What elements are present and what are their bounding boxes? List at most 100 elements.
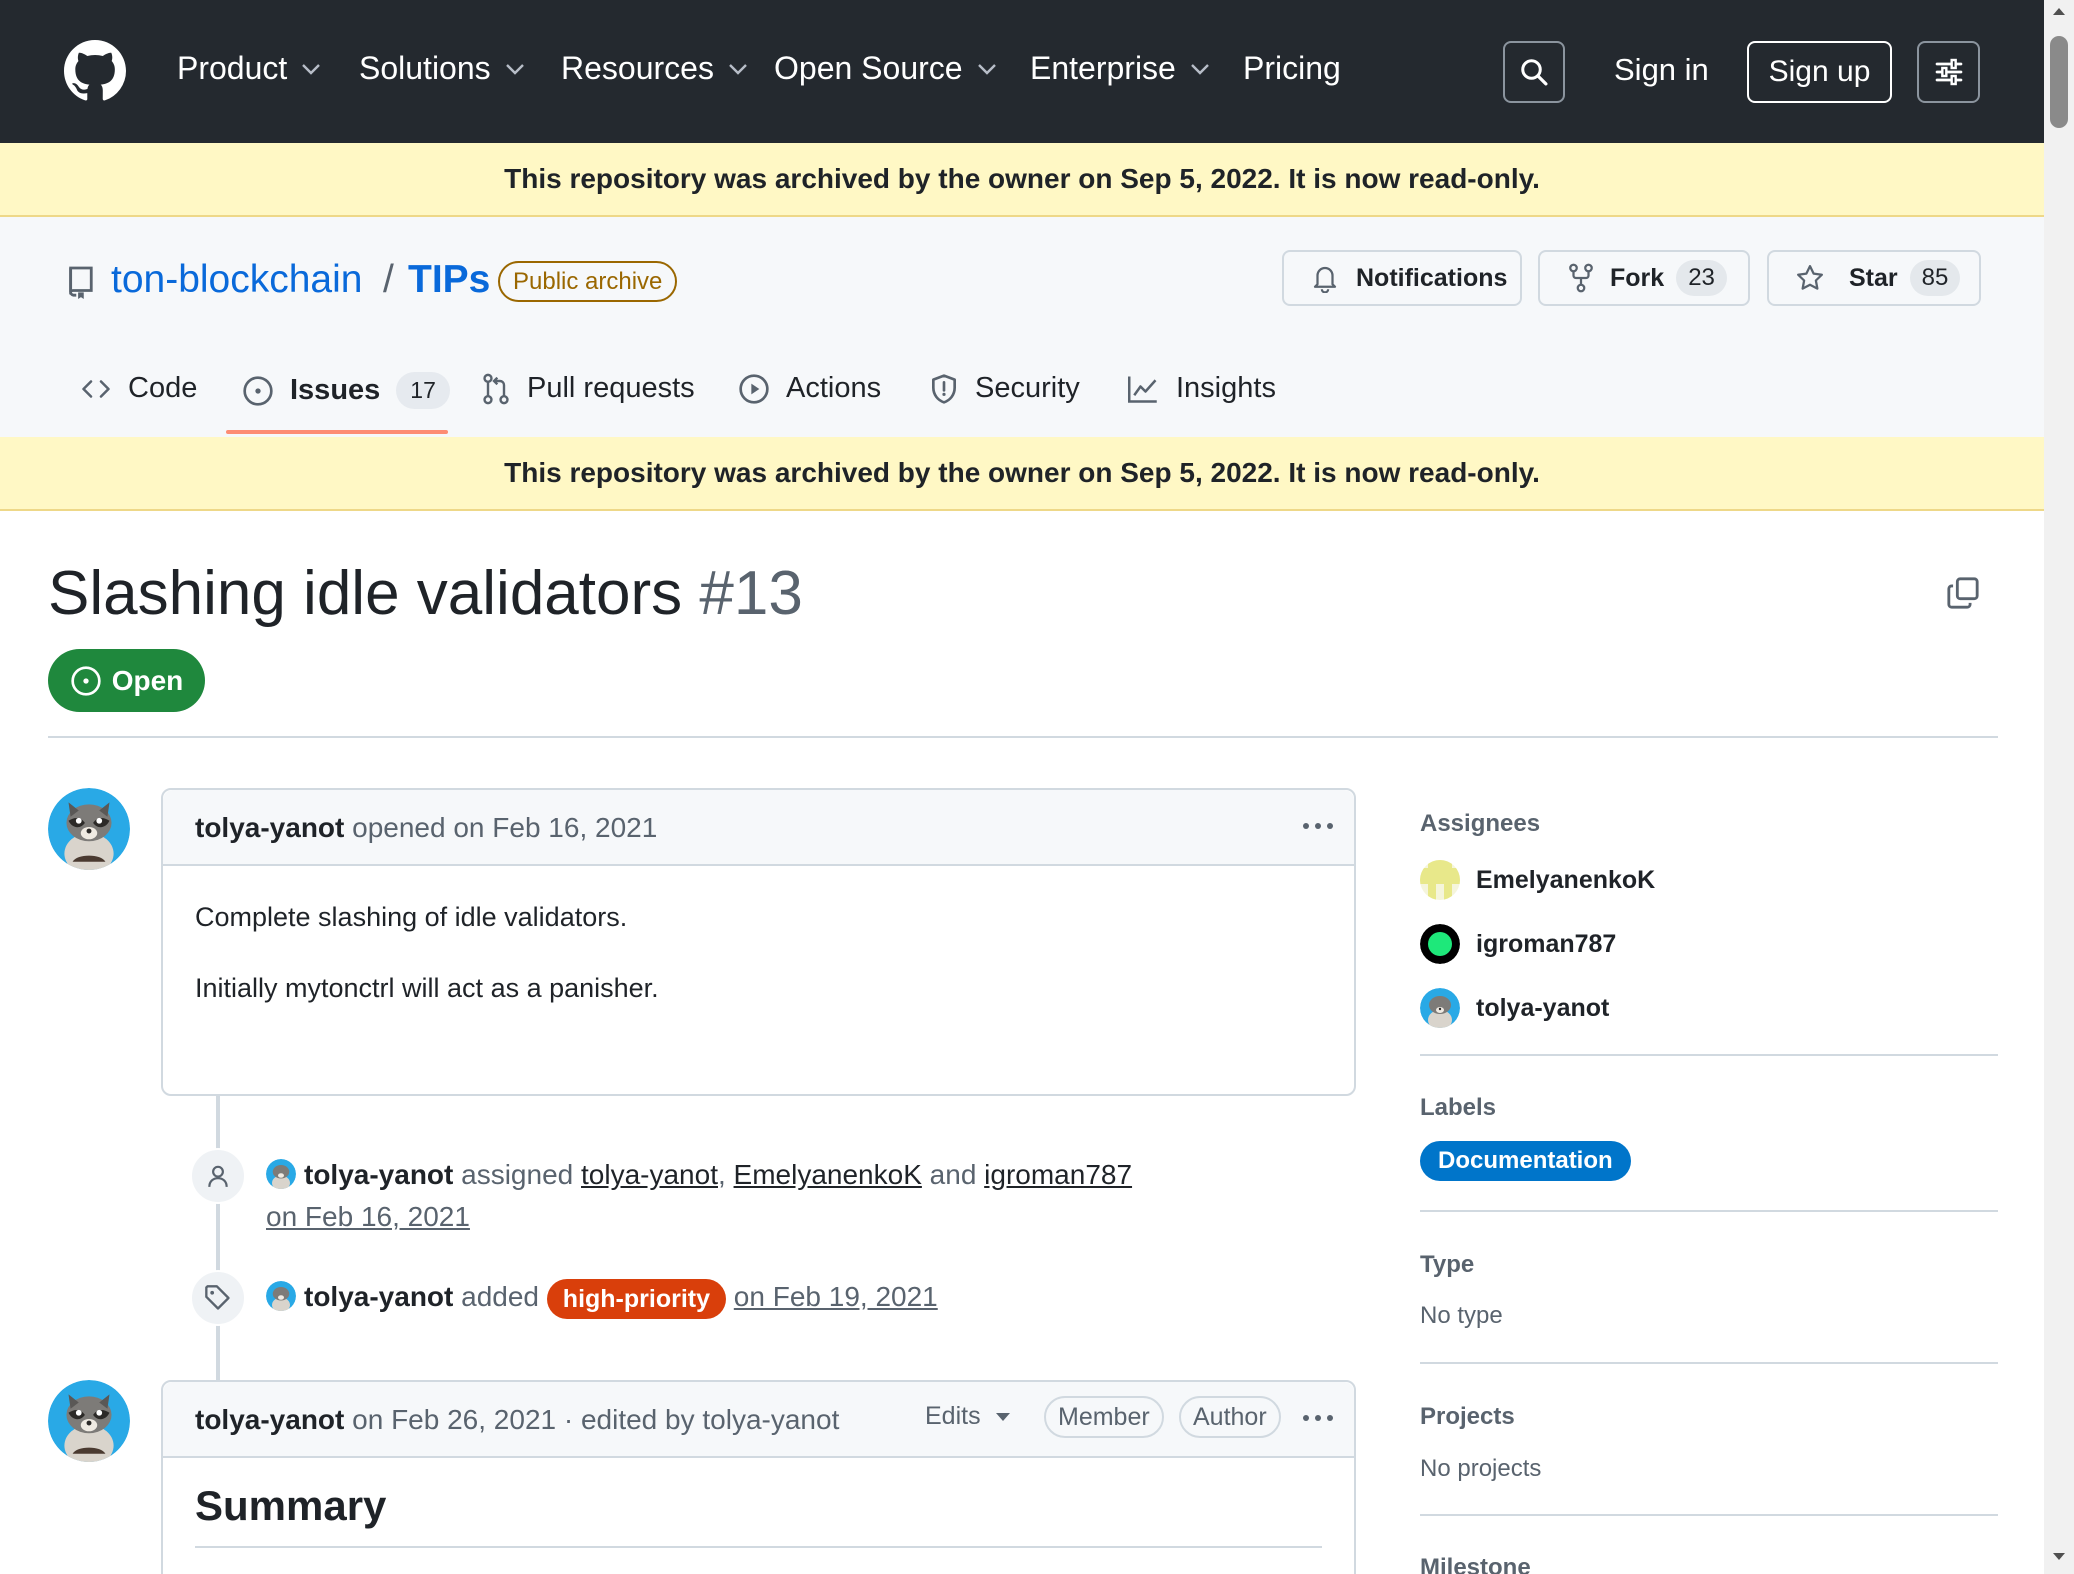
scrollbar-thumb[interactable] xyxy=(2050,36,2068,128)
issue-number: #13 xyxy=(699,559,803,628)
search-button[interactable] xyxy=(1503,41,1565,103)
assignee-igroman787[interactable]: igroman787 xyxy=(1420,924,1616,964)
comment-timestamp[interactable]: on Feb 26, 2021 · edited by tolya-yanot xyxy=(352,1404,839,1435)
chevron-down-icon xyxy=(1190,63,1209,75)
nav-pricing[interactable]: Pricing xyxy=(1243,50,1341,87)
nav-solutions-label: Solutions xyxy=(359,50,491,86)
tab-code[interactable]: Code xyxy=(80,372,197,405)
issue-title: Slashing idle validators #13 xyxy=(48,558,803,629)
comment-paragraph: Initially mytonctrl will act as a panish… xyxy=(195,973,659,1003)
assigned-event-icon xyxy=(190,1148,246,1204)
avatar[interactable] xyxy=(48,788,130,870)
notifications-label: Notifications xyxy=(1356,263,1508,292)
kebab-menu-icon[interactable] xyxy=(1300,1406,1336,1430)
star-button[interactable]: Star 85 xyxy=(1767,250,1981,306)
avatar[interactable] xyxy=(266,1281,296,1311)
issue-state-badge: Open xyxy=(48,649,205,712)
nav-resources[interactable]: Resources xyxy=(561,50,748,87)
assignees-heading[interactable]: Assignees xyxy=(1420,810,1540,838)
high-priority-label[interactable]: high-priority xyxy=(546,1278,727,1319)
sidebar-divider xyxy=(1420,1210,1998,1212)
chevron-down-icon xyxy=(977,63,996,75)
tab-insights[interactable]: Insights xyxy=(1126,372,1276,405)
visibility-badge: Public archive xyxy=(498,261,678,302)
tab-security-label: Security xyxy=(975,372,1080,404)
nav-enterprise-label: Enterprise xyxy=(1030,50,1176,86)
nav-open-source[interactable]: Open Source xyxy=(774,50,997,87)
issue-title-text: Slashing idle validators xyxy=(48,559,683,628)
tag-icon xyxy=(205,1285,230,1310)
tab-actions[interactable]: Actions xyxy=(738,372,881,405)
member-badge: Member xyxy=(1044,1396,1164,1438)
labels-heading[interactable]: Labels xyxy=(1420,1094,1496,1122)
pull-request-icon xyxy=(483,373,509,404)
fork-icon xyxy=(1569,263,1593,293)
avatar[interactable] xyxy=(48,1380,130,1462)
archived-banner-top: This repository was archived by the owne… xyxy=(0,143,2044,217)
event-date-link[interactable]: on Feb 16, 2021 xyxy=(266,1201,470,1232)
archived-banner: This repository was archived by the owne… xyxy=(0,437,2044,511)
issue-state-label: Open xyxy=(111,664,184,696)
fork-count: 23 xyxy=(1676,260,1727,296)
avatar[interactable] xyxy=(266,1159,296,1189)
assignee-link[interactable]: igroman787 xyxy=(984,1159,1132,1190)
settings-menu-button[interactable] xyxy=(1917,41,1980,103)
comment-meta: tolya-yanot opened on Feb 16, 2021 xyxy=(195,812,657,844)
milestone-heading[interactable]: Milestone xyxy=(1420,1554,1531,1574)
search-icon xyxy=(1521,59,1548,86)
scroll-up-arrow-icon[interactable] xyxy=(2052,6,2066,16)
archived-banner-text: This repository was archived by the owne… xyxy=(504,457,1540,488)
tab-issues-label: Issues xyxy=(290,374,381,406)
nav-solutions[interactable]: Solutions xyxy=(359,50,525,87)
chevron-down-icon xyxy=(505,63,524,75)
assigned-event: tolya-yanot assigned tolya-yanot, Emelya… xyxy=(266,1154,1132,1238)
tab-pull-requests[interactable]: Pull requests xyxy=(481,372,695,405)
edits-dropdown[interactable]: Edits xyxy=(925,1402,1011,1431)
copy-icon[interactable] xyxy=(1946,576,1980,610)
tab-insights-label: Insights xyxy=(1176,372,1276,404)
documentation-label[interactable]: Documentation xyxy=(1420,1141,1631,1181)
projects-value: No projects xyxy=(1420,1455,1542,1482)
event-actor[interactable]: tolya-yanot xyxy=(304,1159,453,1190)
issues-count: 17 xyxy=(396,372,450,409)
tab-code-label: Code xyxy=(128,372,198,404)
comment-author[interactable]: tolya-yanot xyxy=(195,812,344,843)
fork-button[interactable]: Fork 23 xyxy=(1538,250,1750,306)
repo-name-link[interactable]: TIPs xyxy=(408,258,490,302)
assignee-link[interactable]: tolya-yanot xyxy=(581,1159,718,1190)
chevron-down-icon xyxy=(302,63,321,75)
assignee-emelyanenkok[interactable]: EmelyanenkoK xyxy=(1420,860,1655,900)
nav-pricing-label: Pricing xyxy=(1243,50,1341,86)
kebab-menu-icon[interactable] xyxy=(1300,814,1336,838)
scroll-down-arrow-icon[interactable] xyxy=(2052,1552,2066,1562)
nav-product[interactable]: Product xyxy=(177,50,321,87)
repo-icon xyxy=(69,266,93,299)
nav-enterprise[interactable]: Enterprise xyxy=(1030,50,1210,87)
event-actor[interactable]: tolya-yanot xyxy=(304,1281,453,1312)
comment-header: tolya-yanot opened on Feb 16, 2021 xyxy=(163,790,1354,866)
assignee-name: tolya-yanot xyxy=(1476,993,1610,1022)
notifications-button[interactable]: Notifications xyxy=(1282,250,1522,306)
projects-heading[interactable]: Projects xyxy=(1420,1403,1515,1431)
comment-meta: tolya-yanot on Feb 26, 2021 · edited by … xyxy=(195,1404,839,1436)
github-logo-icon[interactable] xyxy=(64,40,126,102)
assignee-tolya-yanot[interactable]: tolya-yanot xyxy=(1420,988,1609,1028)
page-scrollbar[interactable] xyxy=(2044,0,2074,1574)
sign-in-link[interactable]: Sign in xyxy=(1614,52,1709,88)
star-icon xyxy=(1797,265,1823,290)
nav-product-label: Product xyxy=(177,50,288,86)
title-divider xyxy=(48,736,1998,738)
comment-timestamp[interactable]: opened on Feb 16, 2021 xyxy=(352,812,657,843)
star-count: 85 xyxy=(1909,260,1961,296)
event-date-link[interactable]: on Feb 19, 2021 xyxy=(734,1281,938,1312)
comment-header: tolya-yanot on Feb 26, 2021 · edited by … xyxy=(163,1382,1354,1458)
repo-owner-link[interactable]: ton-blockchain xyxy=(111,258,362,302)
nav-resources-label: Resources xyxy=(561,50,714,86)
repo-path-separator: / xyxy=(383,258,394,301)
tab-issues[interactable]: Issues 17 xyxy=(242,372,450,409)
assignee-link[interactable]: EmelyanenkoK xyxy=(734,1159,922,1190)
comment-author[interactable]: tolya-yanot xyxy=(195,1404,344,1435)
type-heading[interactable]: Type xyxy=(1420,1251,1474,1279)
sign-up-button[interactable]: Sign up xyxy=(1747,41,1892,103)
tab-security[interactable]: Security xyxy=(929,372,1080,405)
